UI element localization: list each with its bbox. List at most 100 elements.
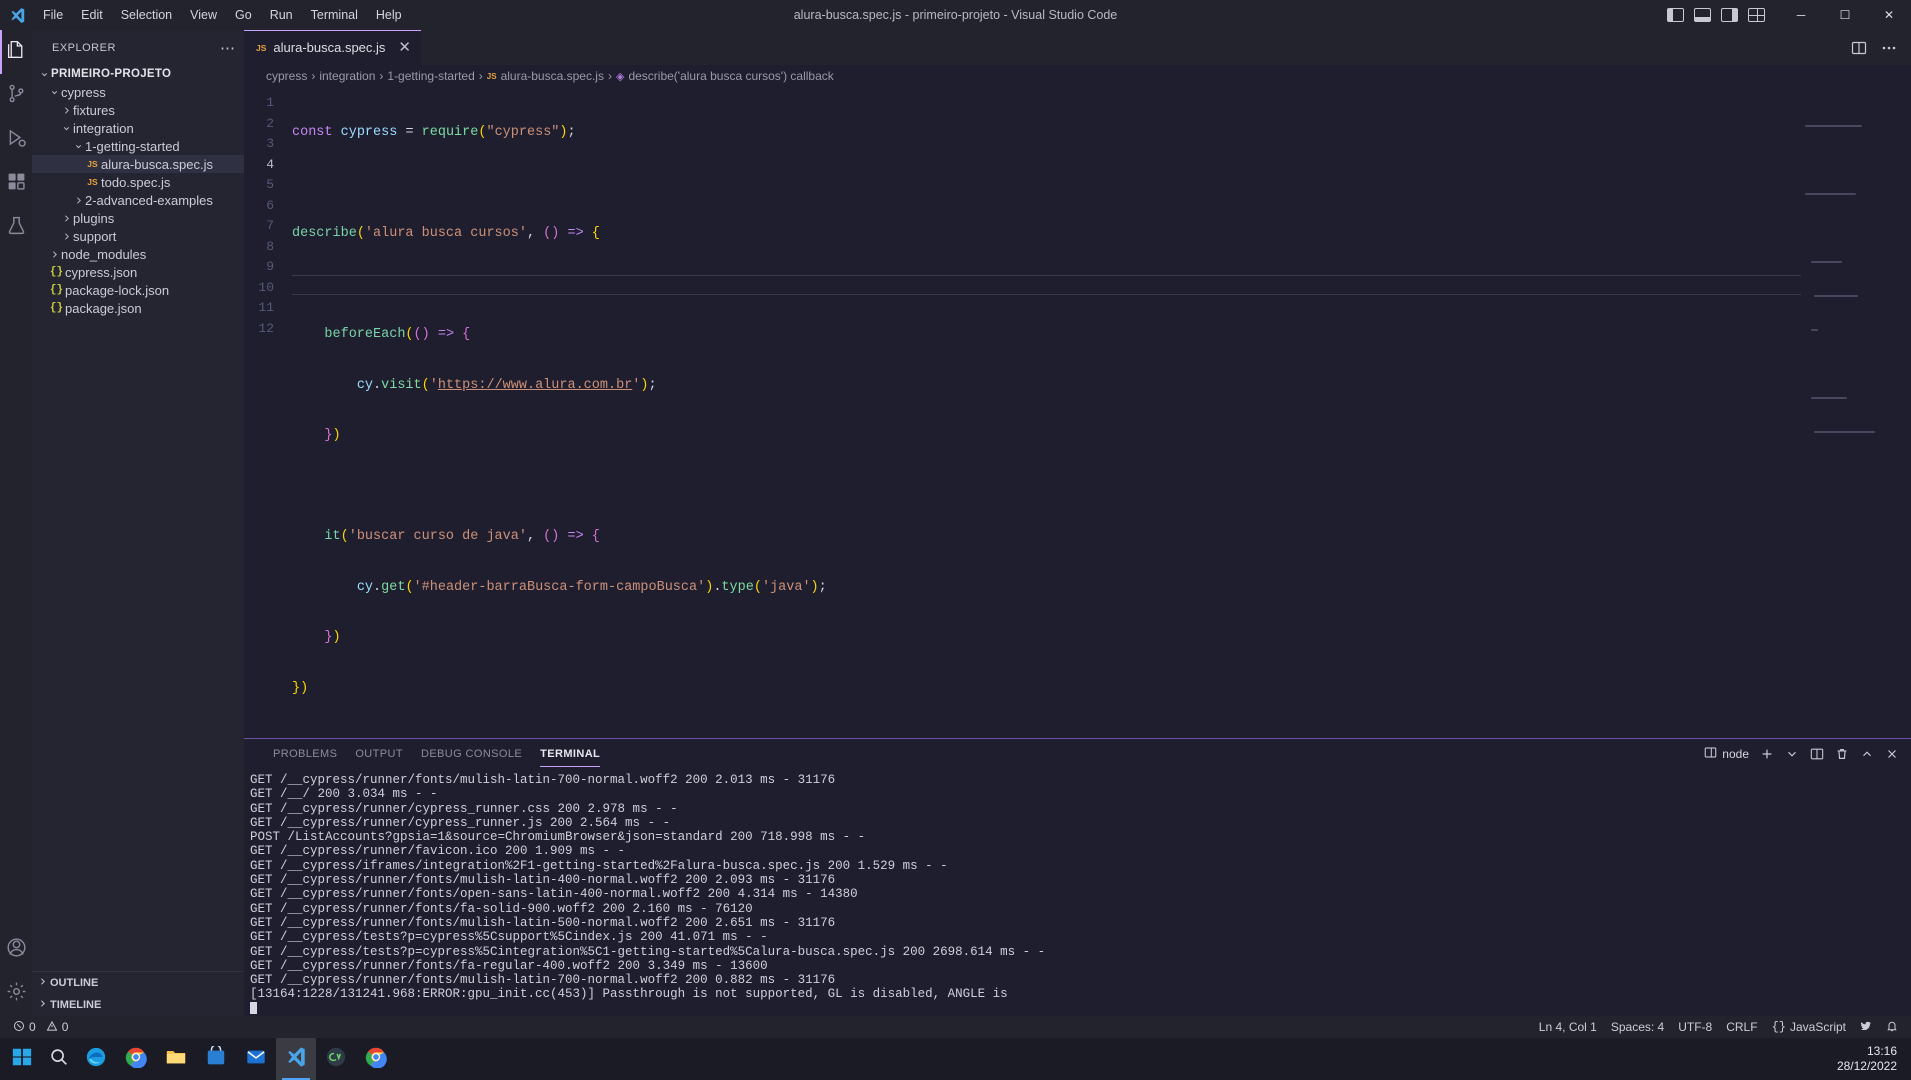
code-editor[interactable]: 1 2 3 4 5 6 7 8 9 10 11 12 const cypress… <box>244 87 1911 738</box>
layout-controls[interactable] <box>1667 8 1779 22</box>
tree-row-fixtures[interactable]: fixtures <box>32 101 244 119</box>
tab-alura-busca-spec-js[interactable]: JS alura-busca.spec.js ✕ <box>244 30 422 65</box>
toggle-primary-sidebar-icon[interactable] <box>1667 8 1684 22</box>
activity-manage[interactable] <box>0 972 32 1016</box>
line-number: 1 <box>266 95 274 110</box>
tree-row-support[interactable]: support <box>32 227 244 245</box>
search-button[interactable] <box>42 1038 76 1080</box>
menu-help[interactable]: Help <box>367 0 411 30</box>
tree-row-cypress-json[interactable]: {} cypress.json <box>32 263 244 281</box>
tree-row-1-getting-started[interactable]: 1-getting-started <box>32 137 244 155</box>
sidebar-panel-timeline[interactable]: TIMELINE <box>32 994 244 1016</box>
status-notifications[interactable] <box>1879 1016 1905 1038</box>
breadcrumb-item-alura-busca-spec-js[interactable]: JS alura-busca.spec.js <box>487 69 604 83</box>
terminal-output[interactable]: GET /__cypress/runner/fonts/mulish-latin… <box>244 769 1911 1016</box>
activity-testing[interactable] <box>0 206 32 250</box>
activity-explorer[interactable] <box>0 30 32 74</box>
breadcrumb-separator: › <box>379 69 384 83</box>
maximize-panel-icon[interactable] <box>1860 747 1874 761</box>
terminal-selector[interactable]: node <box>1704 746 1749 762</box>
tree-label: cypress.json <box>65 264 138 280</box>
taskbar-clock[interactable]: 13:16 28/12/2022 <box>1837 1044 1911 1074</box>
menu-selection[interactable]: Selection <box>112 0 181 30</box>
sidebar-panels: OUTLINE TIMELINE <box>32 971 244 1016</box>
status-cursor-position[interactable]: Ln 4, Col 1 <box>1532 1016 1604 1038</box>
menu-terminal[interactable]: Terminal <box>302 0 367 30</box>
explorer-app[interactable] <box>156 1038 196 1080</box>
status-problems[interactable]: 0 0 <box>6 1016 75 1038</box>
maximize-button[interactable]: ☐ <box>1823 0 1867 30</box>
edge-app[interactable] <box>76 1038 116 1080</box>
status-bar-right: Ln 4, Col 1 Spaces: 4 UTF-8 CRLF {} Java… <box>1532 1016 1905 1038</box>
start-button[interactable] <box>2 1038 42 1080</box>
cypress-app[interactable] <box>316 1038 356 1080</box>
breadcrumb-item-cypress[interactable]: cypress <box>266 69 307 83</box>
toggle-secondary-sidebar-icon[interactable] <box>1721 8 1738 22</box>
tab-terminal[interactable]: TERMINAL <box>531 739 609 769</box>
minimize-button[interactable]: ─ <box>1779 0 1823 30</box>
activity-source-control[interactable] <box>0 74 32 118</box>
breadcrumb[interactable]: cypress › integration › 1-getting-starte… <box>244 65 1911 87</box>
menu-run[interactable]: Run <box>261 0 302 30</box>
file-tree[interactable]: PRIMEIRO-PROJETO cypress fixtures integr… <box>32 65 244 971</box>
activity-extensions[interactable] <box>0 162 32 206</box>
editor-tabs-bar: JS alura-busca.spec.js ✕ <box>244 30 1911 65</box>
errors-count: 0 <box>29 1020 36 1034</box>
status-encoding[interactable]: UTF-8 <box>1671 1016 1719 1038</box>
panel-tabs[interactable]: PROBLEMS OUTPUT DEBUG CONSOLE TERMINAL n… <box>244 739 1911 769</box>
kill-terminal-icon[interactable] <box>1835 747 1849 761</box>
close-icon[interactable]: ✕ <box>398 40 411 55</box>
tab-output[interactable]: OUTPUT <box>346 739 412 769</box>
menu-file[interactable]: File <box>34 0 72 30</box>
code-content[interactable]: const cypress = require("cypress"); desc… <box>292 87 1911 738</box>
breadcrumb-item-1-getting-started[interactable]: 1-getting-started <box>387 69 474 83</box>
sidebar-panel-outline[interactable]: OUTLINE <box>32 972 244 994</box>
breadcrumb-item-symbol[interactable]: ◈ describe('alura busca cursos') callbac… <box>616 69 834 83</box>
tree-row-2-advanced-examples[interactable]: 2-advanced-examples <box>32 191 244 209</box>
close-panel-icon[interactable] <box>1885 747 1899 761</box>
new-terminal-icon[interactable] <box>1760 747 1774 761</box>
editor-vertical-scrollbar[interactable] <box>1897 87 1911 738</box>
close-button[interactable]: ✕ <box>1867 0 1911 30</box>
terminal-line: GET /__cypress/runner/favicon.ico 200 1.… <box>250 844 626 859</box>
tree-row-node-modules[interactable]: node_modules <box>32 245 244 263</box>
tree-row-integration[interactable]: integration <box>32 119 244 137</box>
status-eol[interactable]: CRLF <box>1719 1016 1764 1038</box>
more-actions-icon[interactable] <box>1881 40 1897 56</box>
menu-go[interactable]: Go <box>226 0 261 30</box>
status-indentation[interactable]: Spaces: 4 <box>1604 1016 1671 1038</box>
chrome-app[interactable] <box>116 1038 156 1080</box>
ellipsis-icon[interactable]: ⋯ <box>220 39 236 57</box>
chevron-right-icon <box>60 106 73 115</box>
tree-row-package-json[interactable]: {} package.json <box>32 299 244 317</box>
tab-problems[interactable]: PROBLEMS <box>264 739 346 769</box>
toggle-panel-icon[interactable] <box>1694 8 1711 22</box>
tree-row-plugins[interactable]: plugins <box>32 209 244 227</box>
status-feedback[interactable] <box>1853 1016 1879 1038</box>
mail-app[interactable] <box>236 1038 276 1080</box>
menu-bar[interactable]: File Edit Selection View Go Run Terminal… <box>34 0 411 30</box>
store-app[interactable] <box>196 1038 236 1080</box>
status-language-mode[interactable]: {} JavaScript <box>1765 1016 1853 1038</box>
tree-row-primeiro-projeto[interactable]: PRIMEIRO-PROJETO <box>32 65 244 83</box>
activity-accounts[interactable] <box>0 928 32 972</box>
split-terminal-icon[interactable] <box>1810 747 1824 761</box>
json-file-icon: {} <box>49 284 64 296</box>
tree-row-alura-busca-spec-js[interactable]: JS alura-busca.spec.js <box>32 155 244 173</box>
chrome-window[interactable] <box>356 1038 396 1080</box>
activity-run-debug[interactable] <box>0 118 32 162</box>
menu-edit[interactable]: Edit <box>72 0 112 30</box>
chevron-down-icon[interactable] <box>1785 747 1799 761</box>
line-number: 6 <box>266 197 274 213</box>
split-editor-icon[interactable] <box>1851 40 1867 56</box>
menu-view[interactable]: View <box>181 0 226 30</box>
tab-debug-console[interactable]: DEBUG CONSOLE <box>412 739 531 769</box>
warnings-count: 0 <box>61 1020 69 1034</box>
customize-layout-icon[interactable] <box>1748 8 1765 22</box>
vscode-app[interactable] <box>276 1038 316 1080</box>
breadcrumb-item-integration[interactable]: integration <box>319 69 375 83</box>
tree-row-cypress[interactable]: cypress <box>32 83 244 101</box>
terminal-line: GET /__cypress/iframes/integration%2F1-g… <box>250 858 948 873</box>
tree-row-todo-spec-js[interactable]: JS todo.spec.js <box>32 173 244 191</box>
tree-row-package-lock-json[interactable]: {} package-lock.json <box>32 281 244 299</box>
